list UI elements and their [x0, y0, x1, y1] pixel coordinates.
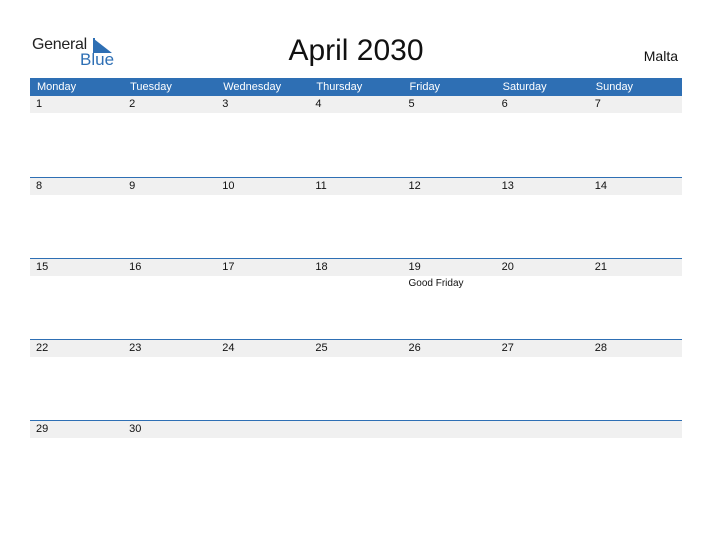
weekday-monday: Monday [37, 81, 77, 93]
day-number: 22 [36, 342, 49, 354]
holiday-label [589, 357, 682, 358]
day-number: 15 [36, 261, 49, 273]
events-row: Good Friday [30, 276, 682, 290]
date-strip: 8 9 10 11 12 13 14 [30, 178, 682, 195]
holiday-label [216, 195, 309, 196]
day-number: 23 [129, 342, 142, 354]
holiday-label [309, 276, 402, 290]
date-strip: 29 30 [30, 421, 682, 438]
weekday-header: Monday Tuesday Wednesday Thursday Friday… [30, 78, 682, 96]
day-number: 30 [129, 423, 142, 435]
week-row: 22 23 24 25 26 27 28 [30, 339, 682, 421]
date-strip: 22 23 24 25 26 27 28 [30, 340, 682, 357]
day-number: 1 [36, 98, 43, 110]
day-number: 14 [594, 180, 607, 192]
holiday-label [496, 113, 589, 114]
day-number: 25 [315, 342, 328, 354]
weekday-saturday: Saturday [502, 81, 547, 93]
day-number: 12 [408, 180, 421, 192]
holiday-label [216, 438, 309, 439]
week-row: 1 2 3 4 5 6 7 [30, 96, 682, 177]
week-row: 29 30 [30, 420, 682, 502]
holiday-label [403, 113, 496, 114]
week-row: 8 9 10 11 12 13 14 [30, 177, 682, 259]
holiday-label [589, 276, 682, 290]
day-number: 26 [408, 342, 421, 354]
day-number: 19 [408, 261, 421, 273]
day-number [309, 421, 402, 438]
calendar-title: April 2030 [288, 34, 424, 67]
holiday-label [30, 113, 123, 114]
holiday-label [216, 113, 309, 114]
day-number: 16 [129, 261, 142, 273]
holiday-label [123, 276, 216, 290]
holiday-label [403, 357, 496, 358]
holiday-label [496, 276, 589, 290]
day-number: 7 [594, 98, 601, 110]
day-number: 24 [222, 342, 235, 354]
holiday-label [123, 113, 216, 114]
holiday-label [30, 276, 123, 290]
date-strip: 1 2 3 4 5 6 7 [30, 96, 682, 113]
holiday-label [123, 438, 216, 439]
day-number: 20 [501, 261, 514, 273]
holiday-label [589, 438, 682, 439]
weekday-friday: Friday [409, 81, 441, 93]
day-number: 11 [315, 180, 327, 192]
day-number [496, 421, 589, 438]
calendar-grid: Monday Tuesday Wednesday Thursday Friday… [30, 78, 682, 438]
holiday-label [496, 195, 589, 196]
day-number: 27 [501, 342, 514, 354]
day-number: 8 [36, 180, 43, 192]
holiday-label [403, 438, 496, 439]
events-row [30, 438, 682, 439]
date-strip: 15 16 17 18 19 20 21 [30, 259, 682, 276]
events-row [30, 357, 682, 358]
holiday-label [216, 276, 309, 290]
day-number: 17 [222, 261, 235, 273]
holiday-label [30, 195, 123, 196]
holiday-label: Good Friday [408, 278, 464, 289]
day-number: 4 [315, 98, 322, 110]
day-number: 2 [129, 98, 136, 110]
holiday-label [309, 195, 402, 196]
holiday-label [123, 195, 216, 196]
holiday-label [496, 357, 589, 358]
day-number: 18 [315, 261, 328, 273]
day-number: 28 [594, 342, 607, 354]
holiday-label [30, 438, 123, 439]
day-number: 5 [408, 98, 415, 110]
weekday-wednesday: Wednesday [223, 81, 282, 93]
holiday-label [309, 357, 402, 358]
day-number [216, 421, 309, 438]
holiday-label [123, 357, 216, 358]
events-row [30, 195, 682, 196]
week-row: 15 16 17 18 19 20 21 Good Friday [30, 258, 682, 340]
day-number: 6 [501, 98, 508, 110]
weekday-thursday: Thursday [316, 81, 363, 93]
day-number: 21 [594, 261, 607, 273]
holiday-label [216, 357, 309, 358]
events-row [30, 113, 682, 114]
day-number: 13 [501, 180, 514, 192]
day-number: 29 [36, 423, 49, 435]
holiday-label [589, 113, 682, 114]
day-number: 10 [222, 180, 235, 192]
day-number: 3 [222, 98, 229, 110]
day-number: 9 [129, 180, 136, 192]
country-label: Malta [643, 48, 678, 64]
weekday-sunday: Sunday [595, 81, 634, 93]
holiday-label [309, 113, 402, 114]
holiday-label [309, 438, 402, 439]
holiday-label [403, 195, 496, 196]
holiday-label [589, 195, 682, 196]
weekday-tuesday: Tuesday [130, 81, 172, 93]
day-number [403, 421, 496, 438]
day-number [589, 421, 682, 438]
holiday-label [496, 438, 589, 439]
holiday-label [30, 357, 123, 358]
